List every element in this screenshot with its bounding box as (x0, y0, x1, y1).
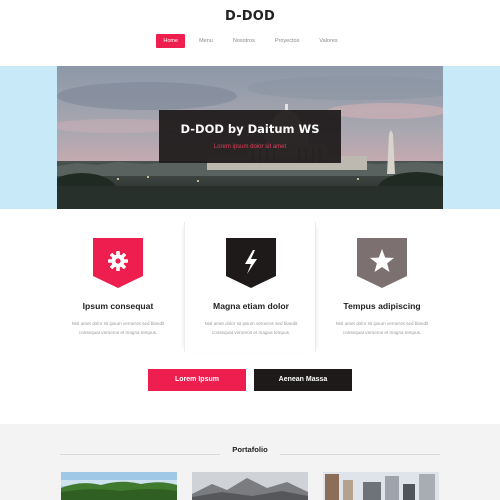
portfolio-thumbnail[interactable] (323, 472, 439, 500)
main-nav: Home Menu Nosotros Proyectos Valores (0, 34, 500, 48)
feature-text: Nisl amet dolor sit ipsum veroeros sed b… (335, 321, 429, 335)
aenean-massa-button[interactable]: Aenean Massa (254, 369, 352, 391)
feature-title: Magna etiam dolor (213, 301, 289, 311)
divider (60, 454, 220, 455)
star-icon (357, 238, 407, 288)
feature-text: Nisl amet dolor sit ipsum veroeros sed b… (204, 321, 298, 335)
nav-item-menu[interactable]: Menu (193, 34, 219, 48)
feature-text: Nisl amet dolor sit ipsum veroeros sed b… (71, 321, 165, 335)
nav-item-nosotros[interactable]: Nosotros (227, 34, 261, 48)
nav-item-valores[interactable]: Valores (313, 34, 343, 48)
portfolio-thumbnail[interactable] (192, 472, 308, 500)
features-section: Ipsum consequat Nisl amet dolor sit ipsu… (52, 222, 448, 352)
site-header: D-DOD Home Menu Nosotros Proyectos Valor… (0, 0, 500, 66)
nav-item-home[interactable]: Home (156, 34, 186, 48)
site-brand[interactable]: D-DOD (0, 9, 500, 24)
divider (280, 454, 440, 455)
feature-card: Magna etiam dolor Nisl amet dolor sit ip… (184, 222, 316, 352)
lightning-icon (226, 238, 276, 288)
lorem-ipsum-button[interactable]: Lorem Ipsum (148, 369, 246, 391)
feature-card: Tempus adipiscing Nisl amet dolor sit ip… (316, 222, 448, 352)
gear-icon (93, 238, 143, 288)
feature-title: Ipsum consequat (82, 301, 154, 311)
feature-card: Ipsum consequat Nisl amet dolor sit ipsu… (52, 222, 184, 352)
nav-item-proyectos[interactable]: Proyectos (269, 34, 305, 48)
hero-title: D-DOD by Daitum WS (180, 122, 320, 136)
hero-subtitle: Lorem ipsum dolor sit amet (213, 144, 287, 150)
portfolio-section: Portafolio (0, 424, 500, 500)
hero-caption-box: D-DOD by Daitum WS Lorem ipsum dolor sit… (159, 110, 341, 163)
portfolio-thumbnail[interactable] (61, 472, 177, 500)
portfolio-title: Portafolio (232, 445, 268, 454)
feature-title: Tempus adipiscing (343, 301, 421, 311)
